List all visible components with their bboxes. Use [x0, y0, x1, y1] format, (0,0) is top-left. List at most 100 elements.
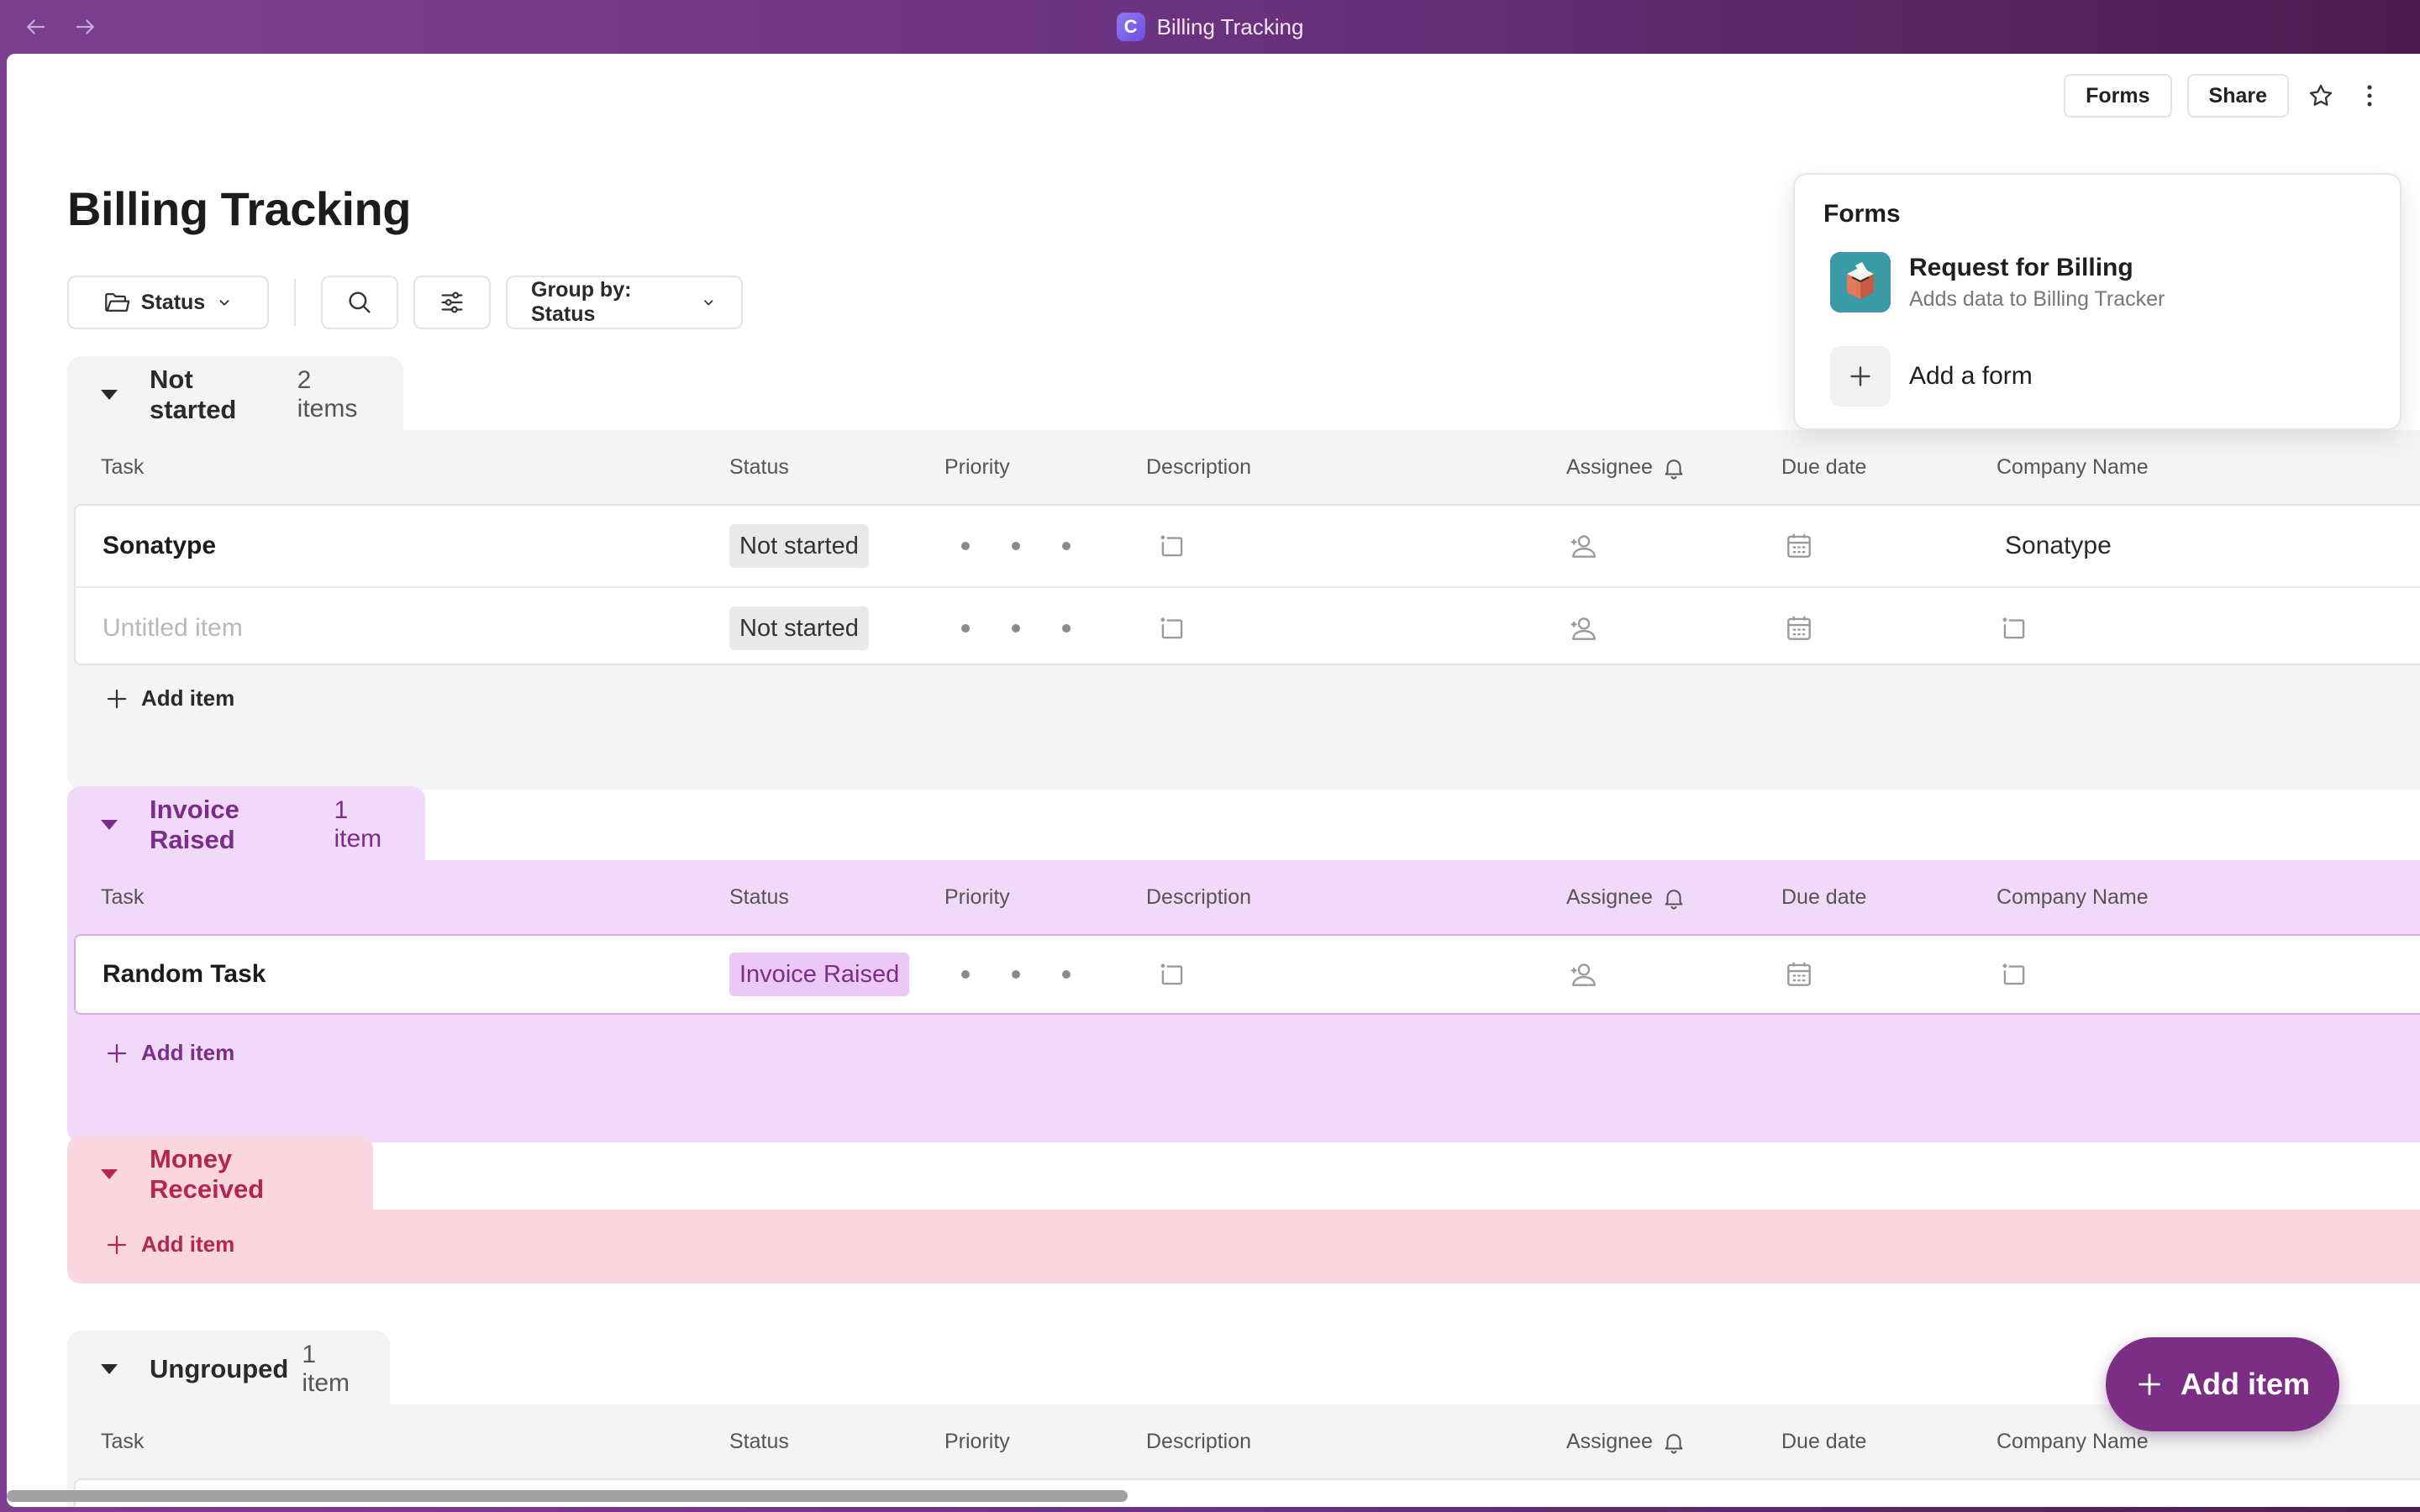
bell-icon[interactable]	[1661, 1430, 1686, 1455]
column-header-description[interactable]: Description	[1146, 455, 1251, 480]
company-cell[interactable]	[1998, 936, 2030, 1013]
column-header-priority[interactable]: Priority	[944, 455, 1010, 480]
caret-down-icon[interactable]	[101, 1364, 118, 1374]
assignee-cell[interactable]	[1568, 506, 1600, 586]
bell-icon[interactable]	[1661, 455, 1686, 480]
column-header-due-date[interactable]: Due date	[1781, 885, 1866, 910]
assignee-cell[interactable]	[1568, 936, 1600, 1013]
status-badge[interactable]: Invoice Raised	[729, 953, 910, 996]
add-item-label: Add item	[141, 1231, 235, 1257]
plus-icon	[1830, 346, 1891, 407]
toolbar-divider	[294, 279, 296, 326]
description-cell[interactable]	[1156, 588, 1188, 669]
column-header-assignee-label: Assignee	[1566, 1430, 1653, 1453]
plus-icon	[2139, 1373, 2160, 1395]
company-cell[interactable]: Sonatype	[2005, 506, 2112, 586]
forms-popover: Forms Request for Billing Adds data to B…	[1793, 173, 2402, 430]
due-date-cell[interactable]	[1783, 936, 1815, 1013]
group-header-invoice-raised[interactable]: Invoice Raised 1 item	[67, 786, 425, 864]
main-window: Forms Share Billing Tracking Status Grou…	[7, 54, 2420, 1507]
due-date-cell[interactable]	[1783, 588, 1815, 669]
column-header-company[interactable]: Company Name	[1996, 885, 2149, 910]
column-header-task[interactable]: Task	[101, 885, 144, 910]
column-header-description[interactable]: Description	[1146, 1430, 1251, 1454]
assignee-cell[interactable]	[1568, 588, 1600, 669]
forms-button[interactable]: Forms	[2064, 74, 2172, 118]
calendar-icon	[1787, 616, 1811, 640]
priority-cell[interactable]	[961, 588, 1071, 669]
priority-cell[interactable]	[961, 506, 1071, 586]
chevron-down-icon	[704, 300, 713, 306]
status-badge[interactable]: Not started	[729, 606, 869, 650]
column-header-task[interactable]: Task	[101, 1430, 144, 1454]
filter-button[interactable]	[413, 276, 491, 329]
form-list-item[interactable]: Request for Billing Adds data to Billing…	[1830, 252, 2165, 312]
group-body: Task Status Priority Description Assigne…	[67, 430, 2420, 790]
text-field-icon	[1160, 535, 1183, 557]
add-form-button[interactable]: Add a form	[1830, 346, 2033, 407]
column-header-assignee[interactable]: Assignee	[1566, 455, 1686, 480]
top-actions: Forms Share	[2064, 74, 2386, 118]
column-header-due-date[interactable]: Due date	[1781, 1430, 1866, 1454]
group-header-not-started[interactable]: Not started 2 items	[67, 356, 403, 433]
column-header-priority[interactable]: Priority	[944, 885, 1010, 910]
window-title-text: Billing Tracking	[1156, 13, 1304, 39]
column-header-task[interactable]: Task	[101, 455, 144, 480]
column-header-status[interactable]: Status	[729, 455, 789, 480]
more-options-icon[interactable]	[2353, 74, 2386, 118]
column-header-status[interactable]: Status	[729, 885, 789, 910]
horizontal-scrollbar[interactable]	[7, 1490, 1128, 1502]
person-add-icon	[1570, 535, 1596, 558]
description-cell[interactable]	[1156, 936, 1188, 1013]
group-rows: Random Task Invoice Raised	[74, 934, 2420, 1015]
task-cell[interactable]: Sonatype	[103, 506, 216, 586]
column-header-assignee[interactable]: Assignee	[1566, 1430, 1686, 1455]
text-field-icon	[1160, 963, 1183, 985]
add-item-button[interactable]: Add item	[104, 685, 234, 711]
due-date-cell[interactable]	[1783, 506, 1815, 586]
star-icon[interactable]	[2304, 74, 2338, 118]
task-cell[interactable]: Untitled item	[103, 588, 243, 669]
task-cell[interactable]: Random Task	[103, 936, 266, 1013]
column-header-priority[interactable]: Priority	[944, 1430, 1010, 1454]
company-cell[interactable]	[1998, 588, 2030, 669]
column-header-due-date[interactable]: Due date	[1781, 455, 1866, 480]
table-row[interactable]: Random Task Invoice Raised	[76, 936, 2420, 1013]
column-header-company[interactable]: Company Name	[1996, 455, 2149, 480]
text-field-icon	[2002, 617, 2025, 639]
form-description: Adds data to Billing Tracker	[1909, 286, 2165, 311]
priority-cell[interactable]	[961, 936, 1071, 1013]
add-item-fab[interactable]: Add item	[2106, 1337, 2339, 1431]
title-bar: C Billing Tracking	[0, 0, 2420, 54]
status-view-button[interactable]: Status	[67, 276, 269, 329]
share-button[interactable]: Share	[2186, 74, 2289, 118]
group-header-ungrouped[interactable]: Ungrouped 1 item	[67, 1331, 390, 1408]
group-count: 2 items	[297, 366, 358, 423]
add-item-button[interactable]: Add item	[104, 1231, 234, 1257]
priority-dots-icon	[961, 624, 1071, 633]
column-header-assignee[interactable]: Assignee	[1566, 885, 1686, 911]
bell-icon[interactable]	[1661, 885, 1686, 911]
caret-down-icon[interactable]	[101, 390, 118, 400]
caret-down-icon[interactable]	[101, 820, 118, 830]
table-row[interactable]: Sonatype Not started Sonatype	[76, 506, 2420, 586]
search-button[interactable]	[321, 276, 398, 329]
group-count: 1 item	[334, 796, 382, 853]
plus-icon	[107, 1235, 127, 1254]
status-badge[interactable]: Not started	[729, 524, 869, 568]
table-row[interactable]: Untitled item Not started	[76, 586, 2420, 667]
column-headers: Task Status Priority Description Assigne…	[67, 1404, 2420, 1478]
group-by-button[interactable]: Group by: Status	[506, 276, 743, 329]
column-header-description[interactable]: Description	[1146, 885, 1251, 910]
caret-down-icon[interactable]	[101, 1169, 118, 1179]
app-logo-icon: C	[1116, 13, 1145, 41]
group-by-label: Group by: Status	[531, 278, 632, 326]
group-name: Not started	[150, 365, 237, 424]
column-header-company[interactable]: Company Name	[1996, 1430, 2149, 1454]
description-cell[interactable]	[1156, 506, 1188, 586]
group-money-received: Money Received Add item	[67, 1136, 2420, 1284]
add-item-button[interactable]: Add item	[104, 1040, 234, 1066]
group-header-money-received[interactable]: Money Received	[67, 1136, 373, 1213]
chevron-down-icon	[219, 300, 229, 306]
column-header-status[interactable]: Status	[729, 1430, 789, 1454]
